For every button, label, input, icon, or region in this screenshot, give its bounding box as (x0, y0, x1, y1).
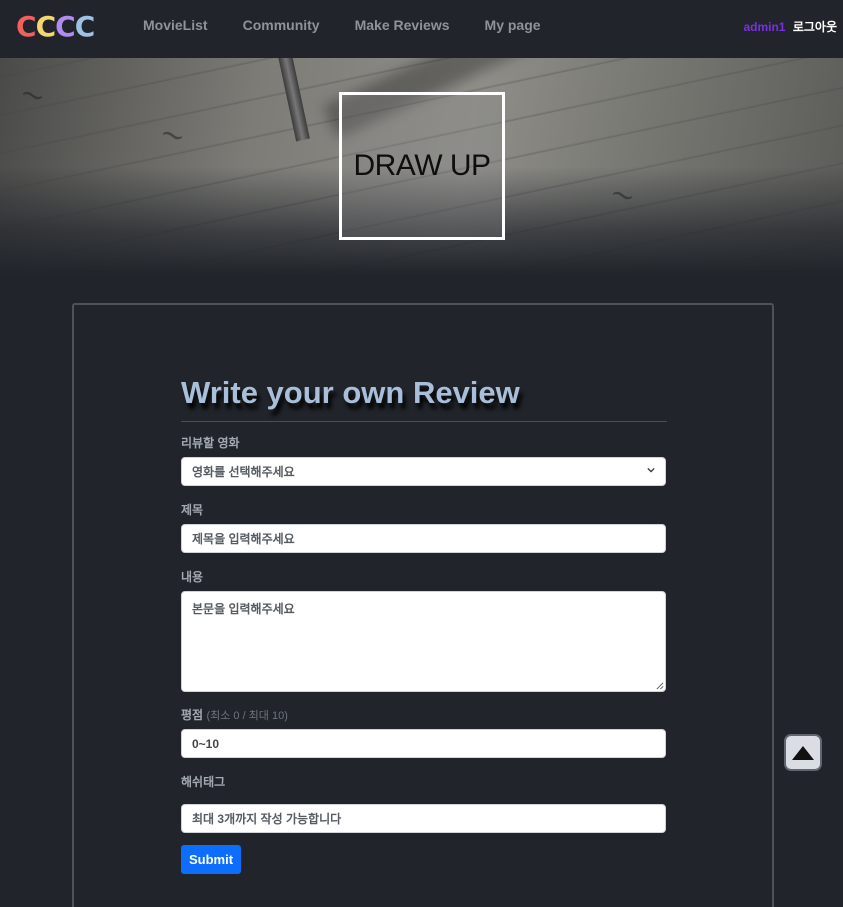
hero-decoration: ~ (605, 174, 640, 217)
content-textarea[interactable]: 본문을 입력해주세요 (181, 591, 666, 692)
resize-grip-icon[interactable] (655, 681, 664, 690)
hashtag-label: 해쉬태그 (181, 775, 226, 789)
rating-hint: (최소 0 / 최대 10) (206, 710, 288, 722)
movie-select[interactable]: 영화를 선택해주세요 (181, 457, 666, 486)
logout-link[interactable]: 로그아웃 (793, 20, 837, 34)
pencil-image (277, 58, 310, 142)
logo-letter-2: C (35, 10, 57, 43)
username-link[interactable]: admin1 (743, 20, 785, 34)
nav-links: MovieList Community Make Reviews My page (143, 17, 576, 33)
rating-label-text: 평점 (181, 708, 204, 722)
nav-user-area: admin1 로그아웃 (743, 18, 837, 35)
hero-decoration: ~ (155, 114, 190, 157)
hero-decoration: ~ (15, 74, 50, 117)
submit-button[interactable]: Submit (181, 845, 241, 874)
hero-title: DRAW UP (353, 149, 491, 182)
hero-title-box: DRAW UP (339, 92, 505, 240)
review-form: Write your own Review 리뷰할 영화 영화를 선택해주세요 … (181, 375, 667, 874)
nav-my-page[interactable]: My page (485, 17, 541, 33)
content-label: 내용 (181, 570, 204, 584)
logo-letter-3: C (55, 10, 76, 43)
logo-letter-4: C (74, 10, 96, 43)
subject-label: 제목 (181, 503, 204, 517)
subject-placeholder: 제목을 입력해주세요 (192, 532, 295, 546)
nav-community[interactable]: Community (243, 17, 320, 33)
form-title: Write your own Review (181, 375, 667, 422)
triangle-up-icon (792, 745, 814, 760)
brand-logo[interactable]: CCCC (16, 10, 96, 43)
movie-select-value: 영화를 선택해주세요 (192, 465, 295, 479)
logo-letter-1: C (16, 10, 37, 43)
hashtag-placeholder: 최대 3개까지 작성 가능합니다 (192, 812, 342, 826)
nav-movielist[interactable]: MovieList (143, 17, 208, 33)
hero-banner: ~ ~ ~ DRAW UP (0, 58, 843, 275)
rating-placeholder: 0~10 (192, 736, 220, 751)
hashtag-input[interactable]: 최대 3개까지 작성 가능합니다 (181, 804, 666, 833)
navbar: CCCC MovieList Community Make Reviews My… (0, 0, 843, 58)
movie-label: 리뷰할 영화 (181, 436, 240, 450)
rating-label: 평점 (최소 0 / 최대 10) (181, 706, 667, 723)
chevron-down-icon (647, 467, 655, 473)
review-form-card: Write your own Review 리뷰할 영화 영화를 선택해주세요 … (72, 303, 774, 907)
subject-input[interactable]: 제목을 입력해주세요 (181, 524, 666, 553)
rating-input[interactable]: 0~10 (181, 729, 666, 758)
content-placeholder: 본문을 입력해주세요 (192, 602, 295, 616)
scroll-top-button[interactable] (784, 734, 822, 771)
nav-make-reviews[interactable]: Make Reviews (355, 17, 450, 33)
